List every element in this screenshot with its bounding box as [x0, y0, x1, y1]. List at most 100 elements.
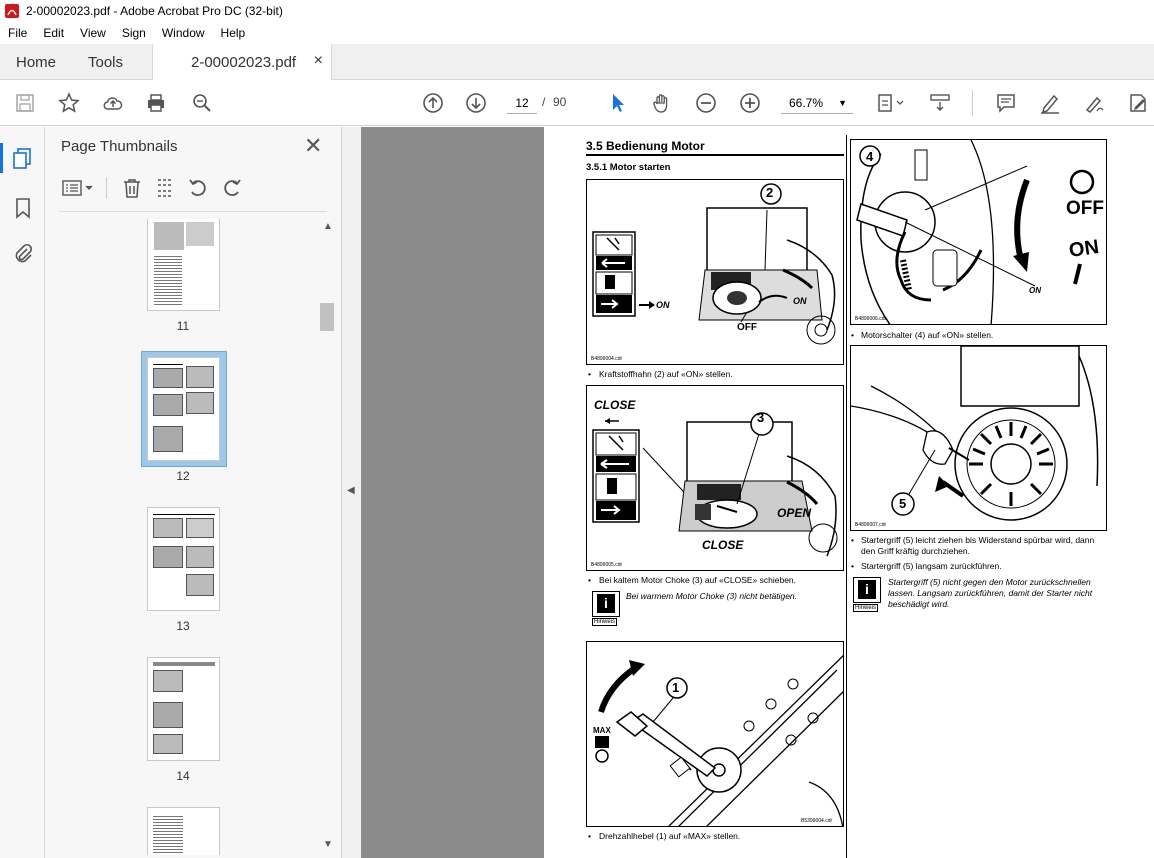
thumbnail-figure: [153, 734, 183, 754]
menu-edit[interactable]: Edit: [35, 26, 72, 40]
attachments-icon[interactable]: [12, 243, 34, 270]
caption-starter-line1: Startergriff (5) leicht ziehen bis Wider…: [861, 535, 1095, 545]
label-on: ON: [793, 296, 807, 306]
zoom-in-icon[interactable]: [738, 91, 762, 115]
collapse-arrow-icon[interactable]: ◀: [347, 485, 355, 496]
zoom-select[interactable]: 66.7% ▼: [781, 92, 853, 114]
tab-tools[interactable]: Tools: [88, 44, 123, 80]
thumbnail-figure: [153, 368, 183, 388]
zoom-out-icon[interactable]: [694, 91, 718, 115]
rotate-cw-icon[interactable]: [221, 177, 243, 204]
menu-view[interactable]: View: [72, 26, 114, 40]
upload-cloud-icon[interactable]: [101, 91, 125, 115]
figure-throttle-lever: 1 MAX B5399004.cdr: [586, 641, 844, 827]
label-open: OPEN: [777, 506, 812, 520]
scrollbar-thumb[interactable]: [320, 303, 334, 331]
thumbnail-figure: [186, 518, 214, 538]
tab-bar: Home Tools 2-00002023.pdf ×: [0, 44, 1154, 81]
caption-starter-return: Startergriff (5) langsam zurückführen.: [861, 561, 1002, 571]
thumbnail-figure: [153, 426, 183, 452]
toolbar-divider: [972, 90, 973, 116]
thumbnail-page[interactable]: [147, 219, 220, 311]
zoom-search-icon[interactable]: [190, 91, 214, 115]
options-menu-icon[interactable]: [61, 177, 97, 199]
select-cursor-icon[interactable]: [607, 91, 631, 115]
caption-fuel-valve: Kraftstoffhahn (2) auf «ON» stellen.: [599, 369, 733, 379]
close-panel-icon[interactable]: ✕: [304, 135, 322, 157]
comment-icon[interactable]: [994, 91, 1018, 115]
next-page-icon[interactable]: [464, 91, 488, 115]
hand-tool-icon[interactable]: [650, 91, 674, 115]
print-icon[interactable]: [144, 91, 168, 115]
scroll-down-icon[interactable]: ▼: [323, 839, 333, 850]
throttle-illustration: [595, 655, 843, 826]
thumbnail-figure: [153, 546, 183, 568]
bookmark-star-icon[interactable]: [57, 91, 81, 115]
thumbnail-figure: [186, 574, 214, 596]
callout-1: 1: [672, 680, 680, 695]
thumbnail-figure: [186, 546, 214, 568]
label-on-arrow: ON: [656, 300, 670, 310]
menu-sign[interactable]: Sign: [114, 26, 154, 40]
prev-page-icon[interactable]: [421, 91, 445, 115]
thumbnail-text: [153, 814, 183, 854]
bullet: •: [588, 831, 591, 841]
note-choke: Bei warmem Motor Choke (3) nicht betätig…: [626, 591, 798, 601]
thumbnail-figure: [186, 366, 214, 388]
bullet: •: [851, 535, 854, 545]
thumbnail-page[interactable]: [147, 657, 220, 761]
bookmarks-icon[interactable]: [13, 197, 33, 224]
hinweis-label: Hinweis: [853, 604, 879, 612]
tab-close-icon[interactable]: ×: [314, 52, 323, 70]
thumbnail-figure: [186, 392, 214, 414]
thumbnail-page[interactable]: [147, 507, 220, 611]
pdf-page: 3.5 Bedienung Motor 3.5.1 Motor starten: [544, 127, 1154, 858]
thumbnail-page-number: 14: [176, 769, 190, 783]
label-off-symbol: OFF: [1066, 198, 1104, 219]
zoom-value: 66.7%: [789, 96, 824, 110]
highlight-pen-icon[interactable]: [1038, 91, 1062, 115]
tab-document[interactable]: 2-00002023.pdf ×: [152, 44, 332, 81]
panel-collapse-handle[interactable]: ◀: [342, 127, 361, 858]
figure-code: B4899007.cdr: [855, 522, 887, 528]
document-viewer[interactable]: 3.5 Bedienung Motor 3.5.1 Motor starten: [361, 127, 1154, 858]
starter-illustration: [851, 346, 1099, 521]
label-close: CLOSE: [702, 538, 744, 552]
edit-pdf-icon[interactable]: [1126, 91, 1150, 115]
page-separator: /: [542, 95, 546, 109]
thumbnails-panel: Page Thumbnails ✕ ▲ ▼ 11 12 13 14: [45, 127, 342, 858]
left-rail: [0, 127, 45, 858]
bullet: •: [851, 561, 854, 571]
page-thumbnails-icon[interactable]: [12, 147, 34, 176]
caption-choke: Bei kaltem Motor Choke (3) auf «CLOSE» s…: [599, 575, 797, 585]
menu-bar: File Edit View Sign Window Help: [0, 22, 1154, 44]
callout-5: 5: [899, 496, 907, 511]
fuel-valve-illustration: [592, 183, 836, 345]
page-fit-icon[interactable]: [873, 91, 909, 115]
label-off: OFF: [737, 322, 757, 333]
menu-help[interactable]: Help: [213, 26, 254, 40]
page-number-input[interactable]: 12: [507, 92, 537, 114]
scroll-mode-icon[interactable]: [928, 91, 952, 115]
thumbnails-scrollbar[interactable]: ▲ ▼: [320, 219, 336, 855]
sign-pen-icon[interactable]: [1082, 91, 1106, 115]
delete-page-icon[interactable]: [121, 177, 143, 204]
panel-divider: [106, 177, 107, 199]
tab-home[interactable]: Home: [16, 44, 56, 80]
figure-engine-switch: 4 OFF ON ON B4899006.cdr: [850, 139, 1107, 325]
thumbnail-page-selected[interactable]: [147, 357, 220, 461]
info-glyph: i: [597, 594, 615, 613]
menu-file[interactable]: File: [0, 26, 35, 40]
thumbnail-page[interactable]: [147, 807, 220, 855]
caption-starter-line2: den Griff kräftig durchziehen.: [861, 546, 970, 556]
chevron-down-icon: ▼: [838, 98, 847, 108]
note-starter-line1: Startergriff (5) nicht gegen den Motor z…: [888, 577, 1091, 587]
scroll-up-icon[interactable]: ▲: [323, 221, 333, 232]
save-icon[interactable]: [13, 91, 37, 115]
thumbnail-figure: [154, 222, 184, 250]
menu-window[interactable]: Window: [154, 26, 213, 40]
extract-page-icon[interactable]: [154, 177, 176, 204]
rotate-ccw-icon[interactable]: [187, 177, 209, 204]
figure-starter-grip: 5 B4899007.cdr: [850, 345, 1107, 531]
thumbnail-rule: [153, 514, 215, 515]
